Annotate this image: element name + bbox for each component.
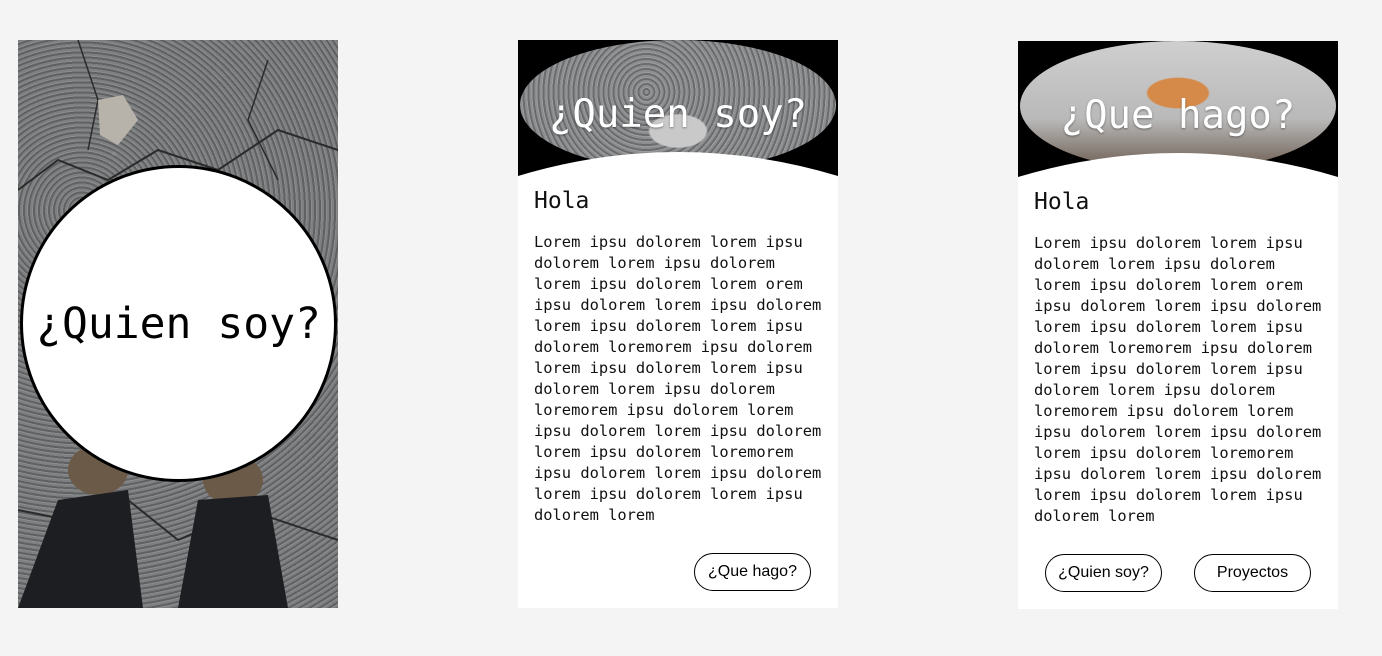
work-body-text: Lorem ipsu dolorem lorem ipsu dolorem lo… bbox=[1034, 234, 1322, 525]
about-content: Hola Lorem ipsu dolorem lorem ipsu dolor… bbox=[534, 188, 824, 526]
quien-soy-button[interactable]: ¿Quien soy? bbox=[1045, 554, 1162, 592]
work-heading: Hola bbox=[1034, 189, 1090, 215]
intro-title: ¿Quien soy? bbox=[36, 298, 321, 349]
work-header: ¿Que hago? bbox=[1018, 41, 1338, 189]
about-body-text: Lorem ipsu dolorem lorem ipsu dolorem lo… bbox=[534, 233, 822, 524]
work-header-title: ¿Que hago? bbox=[1060, 93, 1296, 138]
header-arc-divider bbox=[1018, 153, 1338, 189]
about-header: ¿Quien soy? bbox=[518, 40, 838, 188]
splash-frame: ¿Quien soy? bbox=[18, 40, 338, 608]
proyectos-button[interactable]: Proyectos bbox=[1194, 554, 1311, 592]
about-heading: Hola bbox=[534, 188, 590, 214]
intro-circle[interactable]: ¿Quien soy? bbox=[20, 165, 337, 482]
que-hago-button[interactable]: ¿Que hago? bbox=[694, 553, 811, 591]
about-header-title: ¿Quien soy? bbox=[548, 92, 808, 137]
about-frame: ¿Quien soy? Hola Lorem ipsu dolorem lore… bbox=[518, 40, 838, 608]
header-arc-divider bbox=[518, 152, 838, 188]
work-content: Hola Lorem ipsu dolorem lorem ipsu dolor… bbox=[1034, 189, 1324, 527]
work-frame: ¿Que hago? Hola Lorem ipsu dolorem lorem… bbox=[1018, 41, 1338, 609]
